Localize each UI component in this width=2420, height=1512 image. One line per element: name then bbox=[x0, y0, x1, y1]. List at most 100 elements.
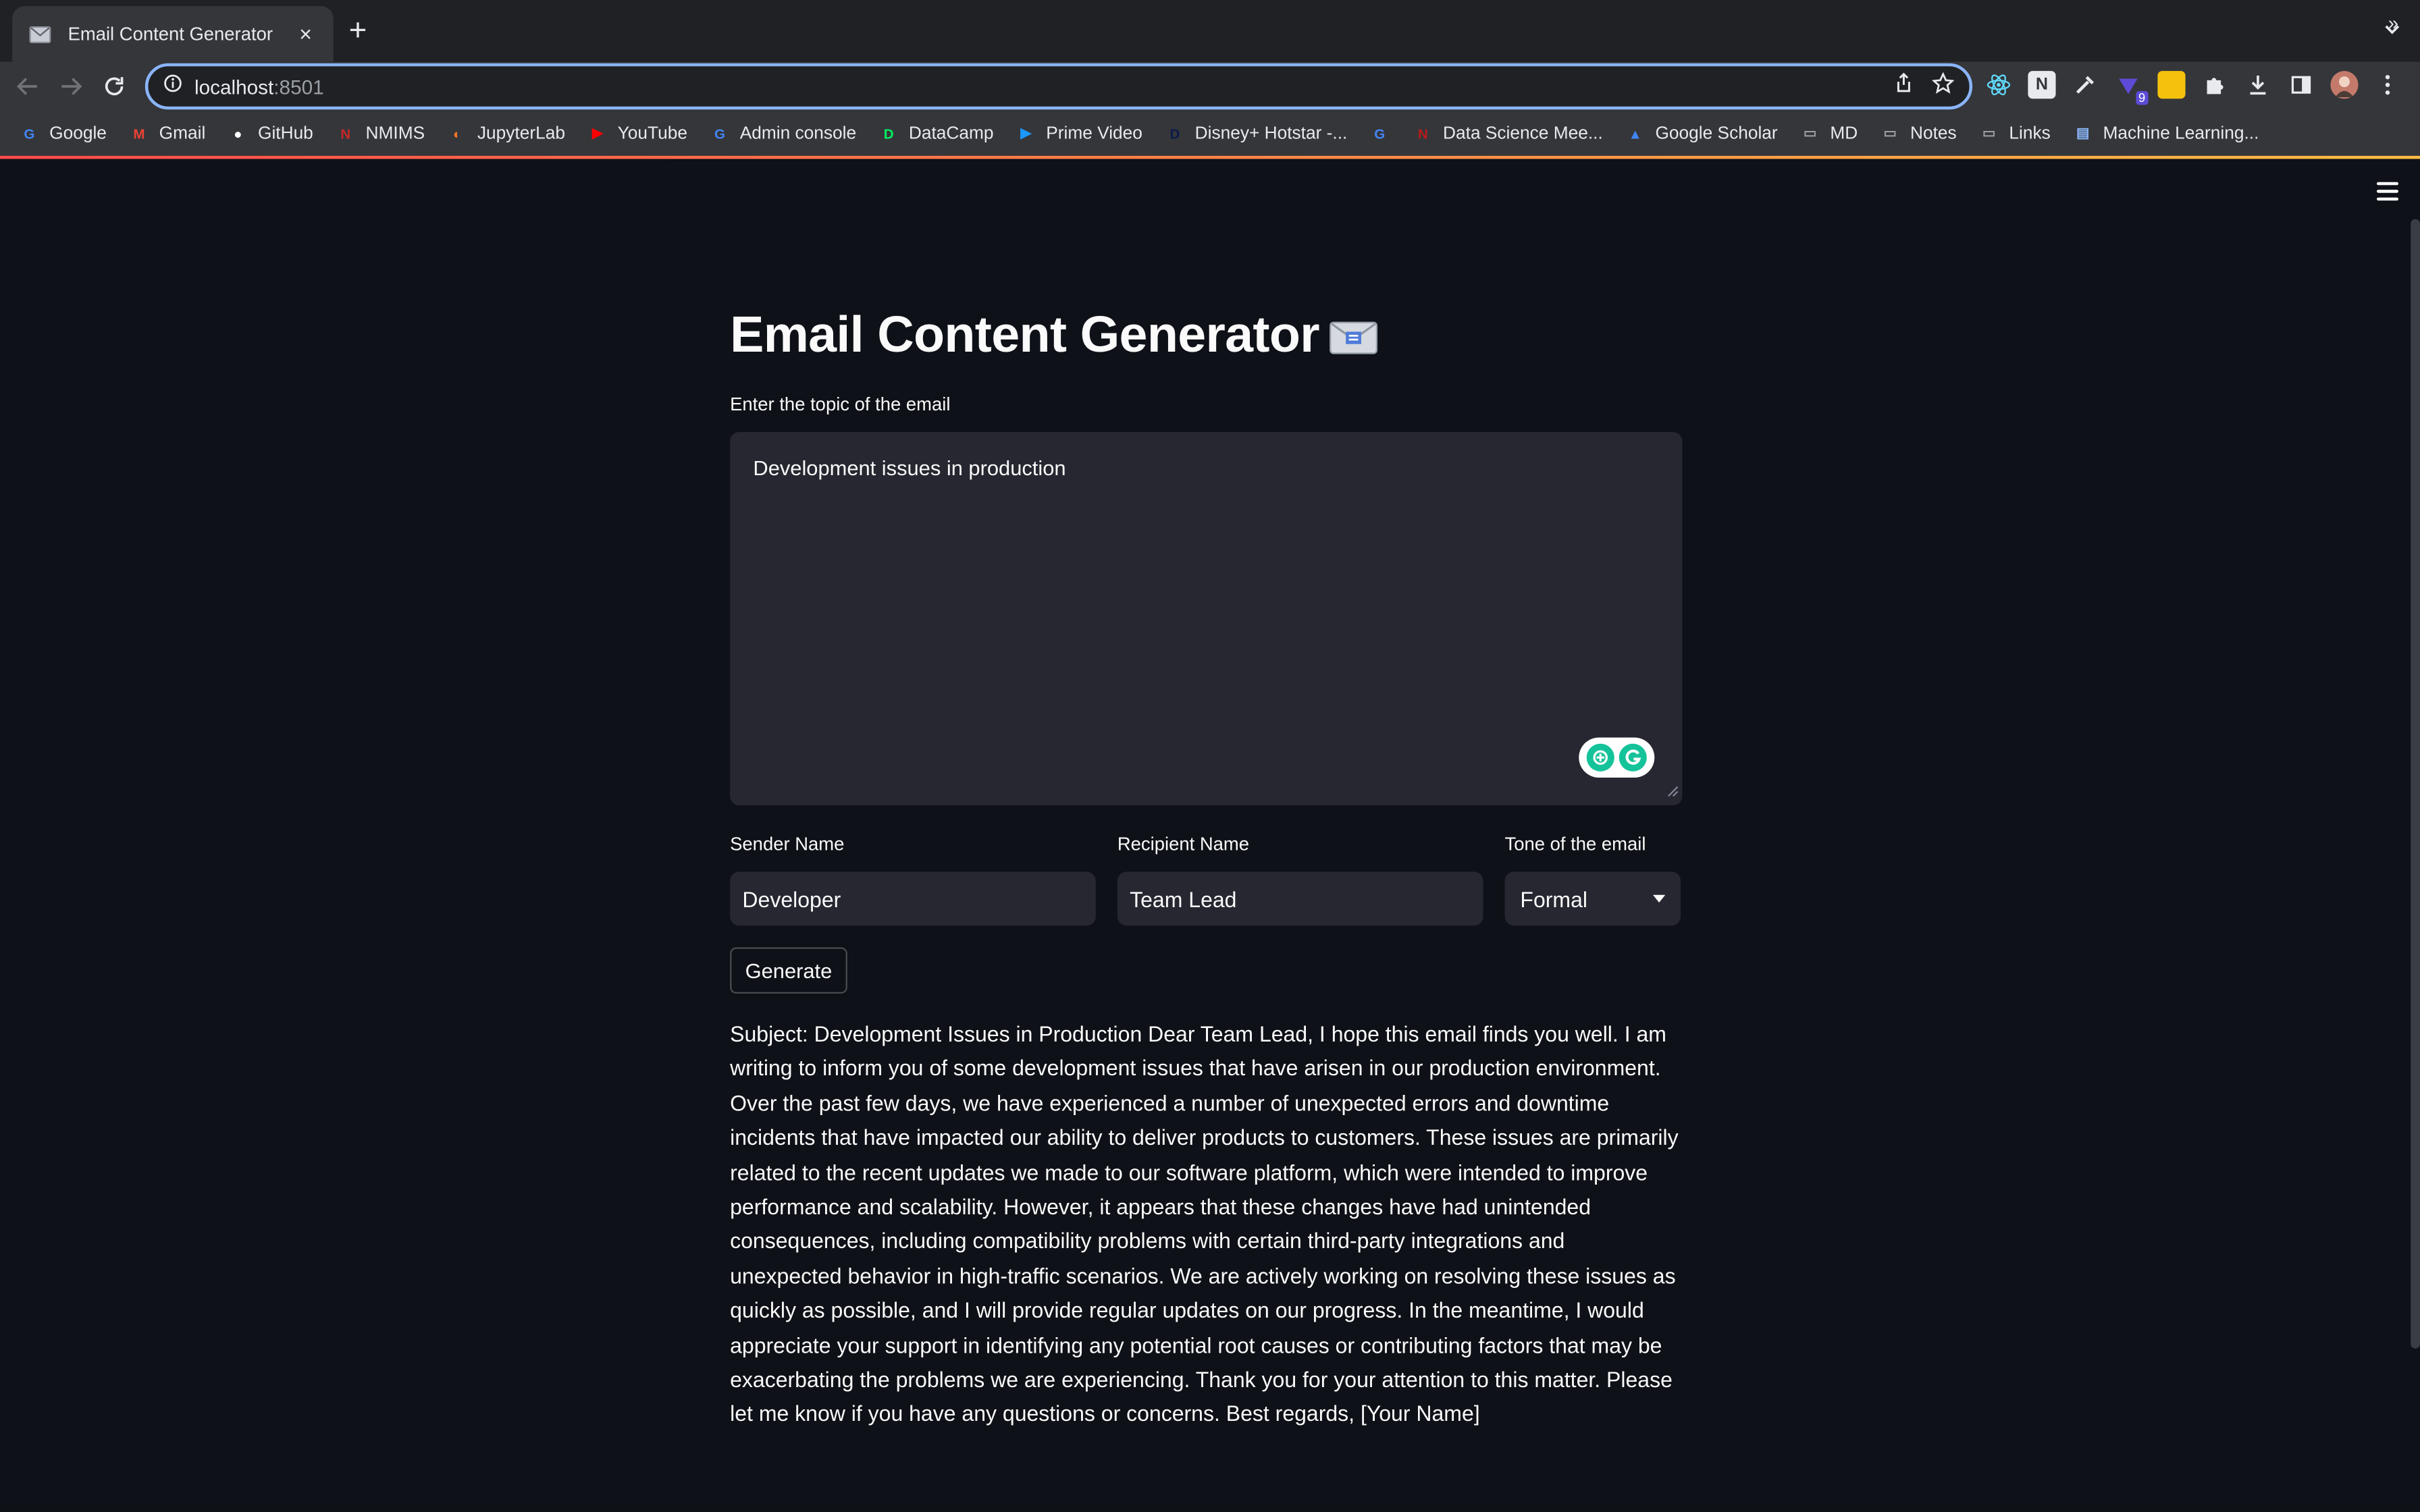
google-icon: G bbox=[1374, 126, 1386, 142]
color-picker-icon[interactable] bbox=[2071, 71, 2099, 99]
tone-select[interactable]: Formal bbox=[1504, 871, 1681, 926]
bookmark-label: GitHub bbox=[257, 124, 313, 143]
address-bar[interactable]: localhost:8501 bbox=[144, 63, 1973, 110]
grammarly-add-icon[interactable] bbox=[1586, 743, 1614, 772]
bookmark-label: Google bbox=[49, 124, 107, 143]
resize-handle-icon[interactable] bbox=[1667, 779, 1679, 802]
browser-menu-icon[interactable] bbox=[2373, 71, 2401, 99]
hotstar-icon: D bbox=[1169, 126, 1180, 142]
data-science-icon: N bbox=[1417, 126, 1428, 142]
bookmark-item[interactable]: ▲ Google Scholar bbox=[1625, 123, 1778, 144]
folder-icon: ▭ bbox=[1883, 125, 1897, 140]
bookmark-item[interactable]: ▭ Notes bbox=[1879, 123, 1957, 144]
tab-title: Email Content Generator bbox=[68, 23, 273, 45]
topic-textarea[interactable]: Development issues in production bbox=[730, 431, 1683, 806]
bookmark-label: DataCamp bbox=[908, 124, 994, 143]
reload-icon[interactable] bbox=[99, 71, 130, 102]
bookmark-item[interactable]: G Google bbox=[18, 123, 107, 144]
generate-button[interactable]: Generate bbox=[730, 947, 847, 994]
bookmark-item[interactable]: ▶ YouTube bbox=[587, 123, 687, 144]
react-devtools-icon[interactable] bbox=[1984, 71, 2012, 99]
tab-close-icon[interactable]: × bbox=[293, 22, 318, 47]
notion-icon[interactable]: N bbox=[2028, 71, 2056, 99]
ml-icon: ▤ bbox=[2076, 125, 2090, 140]
bookmark-label: Notes bbox=[1910, 124, 1957, 143]
keep-notes-icon[interactable] bbox=[2157, 71, 2186, 99]
browser-toolbar: localhost:8501 N 9 bbox=[0, 61, 2420, 111]
hamburger-menu-icon[interactable] bbox=[2376, 182, 2398, 205]
bookmark-item[interactable]: G Admin console bbox=[709, 123, 856, 144]
site-info-icon[interactable] bbox=[163, 72, 182, 100]
bookmark-item[interactable]: G bbox=[1369, 123, 1390, 144]
streamlit-header-decoration bbox=[0, 155, 2420, 159]
jupyter-icon: ◐ bbox=[452, 126, 462, 142]
bookmark-label: Admin console bbox=[739, 124, 857, 143]
grammarly-widget[interactable] bbox=[1579, 737, 1655, 778]
page-title: Email Content Generator bbox=[730, 306, 1378, 368]
download-icon[interactable] bbox=[2244, 71, 2271, 99]
bookmark-label: Prime Video bbox=[1046, 124, 1142, 143]
prime-video-icon: ▶ bbox=[1020, 125, 1032, 140]
recipient-input[interactable]: Team Lead bbox=[1117, 871, 1483, 926]
profile-avatar[interactable] bbox=[2330, 71, 2359, 99]
bookmark-item[interactable]: N Data Science Mee... bbox=[1412, 123, 1603, 144]
github-icon: ● bbox=[234, 126, 242, 142]
bookmark-label: Gmail bbox=[159, 124, 206, 143]
bookmark-label: NMIMS bbox=[365, 124, 425, 143]
new-tab-button[interactable]: + bbox=[349, 16, 367, 47]
google-icon: G bbox=[24, 126, 35, 142]
bookmark-item[interactable]: D Disney+ Hotstar -... bbox=[1164, 123, 1347, 144]
nmims-icon: N bbox=[340, 126, 351, 142]
email-emoji-icon bbox=[1329, 309, 1378, 368]
bookmarks-bar: G Google M Gmail ● GitHub N NMIMS ◐ JupyterLab ▶ Yo… bbox=[0, 111, 2420, 158]
folder-icon: ▭ bbox=[1803, 125, 1817, 140]
tone-select-value: Formal bbox=[1520, 886, 1587, 911]
extension-badge-icon[interactable]: 9 bbox=[2114, 71, 2149, 105]
bookmark-item[interactable]: N NMIMS bbox=[335, 123, 425, 144]
datacamp-icon: D bbox=[883, 126, 894, 142]
bookmark-star-icon[interactable] bbox=[1931, 71, 1955, 101]
folder-icon: ▭ bbox=[1982, 125, 1996, 140]
envelope-icon bbox=[28, 25, 53, 43]
bookmark-item[interactable]: ◐ JupyterLab bbox=[446, 123, 565, 144]
extension-badge-count: 9 bbox=[2135, 90, 2149, 105]
browser-tab[interactable]: Email Content Generator × bbox=[12, 6, 334, 62]
recipient-input-value: Team Lead bbox=[1130, 886, 1237, 911]
topic-textarea-value: Development issues in production bbox=[753, 456, 1066, 480]
grammarly-g-icon[interactable] bbox=[1619, 743, 1648, 772]
url-host: localhost bbox=[194, 74, 274, 99]
forward-arrow-icon[interactable] bbox=[55, 71, 86, 102]
scrollbar[interactable] bbox=[2411, 219, 2420, 1349]
bookmark-label: Machine Learning... bbox=[2103, 124, 2259, 143]
back-arrow-icon[interactable] bbox=[12, 71, 43, 102]
chevron-down-icon bbox=[1652, 894, 1666, 903]
page-title-text: Email Content Generator bbox=[730, 305, 1319, 363]
bookmark-label: MD bbox=[1830, 124, 1858, 143]
youtube-icon: ▶ bbox=[592, 125, 603, 140]
share-icon[interactable] bbox=[1894, 72, 1914, 100]
gmail-icon: M bbox=[133, 126, 145, 142]
bookmark-item[interactable]: M Gmail bbox=[128, 123, 205, 144]
extensions-puzzle-icon[interactable] bbox=[2201, 71, 2228, 99]
bookmark-item[interactable]: ▤ Machine Learning... bbox=[2072, 123, 2259, 144]
tone-label: Tone of the email bbox=[1504, 833, 1646, 855]
bookmark-label: Google Scholar bbox=[1655, 124, 1778, 143]
bookmark-label: Links bbox=[2009, 124, 2051, 143]
generated-email-output: Subject: Development Issues in Productio… bbox=[730, 1021, 1679, 1427]
bookmarks-overflow-icon[interactable]: » bbox=[2388, 12, 2398, 34]
bookmark-item[interactable]: ▭ MD bbox=[1799, 123, 1858, 144]
bookmark-item[interactable]: ● GitHub bbox=[227, 123, 313, 144]
sender-label: Sender Name bbox=[730, 833, 845, 855]
url-text: localhost:8501 bbox=[194, 75, 1894, 98]
bookmark-item[interactable]: ▶ Prime Video bbox=[1015, 123, 1142, 144]
google-icon: G bbox=[714, 126, 725, 142]
side-panel-icon[interactable] bbox=[2287, 71, 2315, 99]
bookmark-label: Data Science Mee... bbox=[1443, 124, 1603, 143]
bookmark-item[interactable]: ▭ Links bbox=[1978, 123, 2051, 144]
sender-input[interactable]: Developer bbox=[730, 871, 1096, 926]
url-port: :8501 bbox=[273, 74, 324, 99]
bookmark-item[interactable]: D DataCamp bbox=[878, 123, 994, 144]
extensions-area: N 9 bbox=[1984, 71, 2401, 105]
bookmark-label: Disney+ Hotstar -... bbox=[1194, 124, 1348, 143]
bookmark-label: JupyterLab bbox=[477, 124, 565, 143]
